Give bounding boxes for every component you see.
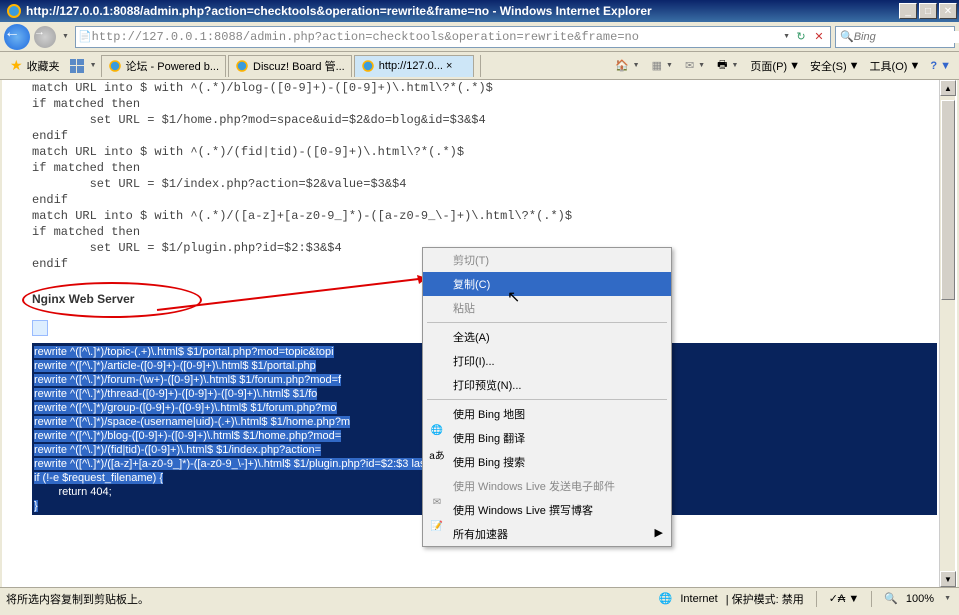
favorites-button[interactable]: ★ 收藏夹: [4, 55, 66, 76]
menu-separator: [427, 322, 667, 323]
ie-icon: [6, 3, 22, 19]
scroll-thumb[interactable]: [941, 100, 955, 300]
search-input[interactable]: [854, 31, 959, 43]
content-area: match URL into $ with ^(.*)/blog-([0-9]+…: [0, 80, 959, 587]
forward-button[interactable]: →: [34, 26, 56, 48]
navigation-bar: ← → ▼ 📄 ▼ ↻ ✕ 🔍 ▼: [0, 22, 959, 52]
tools-menu[interactable]: 工具(O) ▼: [866, 56, 925, 76]
vertical-scrollbar[interactable]: ▲ ▼: [939, 80, 955, 587]
menu-item[interactable]: 复制(C): [423, 272, 671, 296]
ie-icon: [108, 59, 122, 73]
help-button[interactable]: ? ▼: [926, 58, 955, 74]
feeds-button[interactable]: ▦▼: [648, 57, 679, 74]
zoom-dropdown[interactable]: ▼: [942, 595, 953, 602]
page-icon: 📄: [78, 30, 92, 43]
tabs-dropdown[interactable]: ▼: [88, 62, 99, 69]
url-input[interactable]: [92, 30, 781, 44]
status-bar: 将所选内容复制到剪贴板上。 🌐 Internet | 保护模式: 禁用 ✓₳ ▼…: [0, 587, 959, 609]
window-title: http://127.0.0.1:8088/admin.php?action=c…: [26, 4, 899, 18]
print-button[interactable]: 🖶▼: [713, 54, 744, 77]
command-toolbar: 🏠▼ ▦▼ ✉▼ 🖶▼ 页面(P) ▼ 安全(S) ▼ 工具(O) ▼ ? ▼: [611, 54, 955, 77]
home-button[interactable]: 🏠▼: [611, 57, 646, 74]
address-bar[interactable]: 📄 ▼ ↻ ✕: [75, 26, 831, 48]
ie-icon: [361, 59, 375, 73]
status-text: 将所选内容复制到剪贴板上。: [6, 591, 149, 607]
popout-icon[interactable]: [32, 320, 48, 336]
scroll-down-button[interactable]: ▼: [940, 571, 956, 587]
submenu-arrow: ▶: [655, 526, 663, 539]
menu-item[interactable]: 打印预览(N)...: [423, 373, 671, 397]
url-dropdown[interactable]: ▼: [781, 33, 792, 40]
tab-2[interactable]: Discuz! Board 管...: [228, 55, 352, 77]
search-bar[interactable]: 🔍 ▼: [835, 26, 955, 48]
favorites-label: 收藏夹: [27, 58, 60, 74]
menu-item[interactable]: 使用 Bing 翻译aあ: [423, 426, 671, 450]
divider: [816, 591, 817, 607]
star-icon: ★: [10, 57, 23, 74]
menu-item[interactable]: 所有加速器▶: [423, 522, 671, 546]
menu-item: 使用 Windows Live 发送电子邮件✉: [423, 474, 671, 498]
status-right: 🌐 Internet | 保护模式: 禁用 ✓₳ ▼ 🔍 100% ▼: [659, 591, 953, 607]
safety-menu[interactable]: 安全(S) ▼: [806, 56, 864, 76]
minimize-button[interactable]: _: [899, 3, 917, 19]
history-dropdown[interactable]: ▼: [60, 33, 71, 40]
tab-1[interactable]: 论坛 - Powered b...: [101, 55, 227, 77]
tab-bar: ★ 收藏夹 ▼ 论坛 - Powered b... Discuz! Board …: [0, 52, 959, 80]
mail-button[interactable]: ✉▼: [681, 57, 711, 74]
quick-tabs-button[interactable]: [68, 57, 86, 75]
menu-item[interactable]: 使用 Windows Live 撰写博客📝: [423, 498, 671, 522]
zone-label: Internet: [680, 593, 717, 605]
page-menu[interactable]: 页面(P) ▼: [746, 56, 804, 76]
search-icon: 🔍: [840, 30, 854, 43]
isapi-rewrite-code[interactable]: match URL into $ with ^(.*)/blog-([0-9]+…: [32, 80, 937, 272]
tab-label: 论坛 - Powered b...: [126, 58, 220, 74]
maximize-button[interactable]: □: [919, 3, 937, 19]
menu-item[interactable]: 打印(I)...: [423, 349, 671, 373]
zone-button[interactable]: ✓₳ ▼: [829, 592, 860, 605]
title-bar: http://127.0.0.1:8088/admin.php?action=c…: [0, 0, 959, 22]
annotation-oval: [22, 282, 202, 318]
tab-label: Discuz! Board 管...: [253, 58, 345, 74]
zoom-level[interactable]: 100%: [906, 593, 934, 605]
menu-separator: [427, 399, 667, 400]
close-button[interactable]: ✕: [939, 3, 957, 19]
refresh-button[interactable]: ↻: [792, 28, 810, 46]
menu-item[interactable]: 使用 Bing 搜索: [423, 450, 671, 474]
window-buttons: _ □ ✕: [899, 3, 957, 19]
menu-item[interactable]: 使用 Bing 地图🌐: [423, 402, 671, 426]
tab-label: http://127.0... ×: [379, 60, 453, 72]
ie-icon: [235, 59, 249, 73]
scroll-up-button[interactable]: ▲: [940, 80, 956, 96]
stop-button[interactable]: ✕: [810, 28, 828, 46]
divider: [871, 591, 872, 607]
tab-3-active[interactable]: http://127.0... ×: [354, 55, 474, 77]
context-menu: 剪切(T)复制(C)粘贴全选(A)打印(I)...打印预览(N)... 使用 Bi…: [422, 247, 672, 547]
protected-mode: | 保护模式: 禁用: [726, 591, 804, 607]
zoom-icon[interactable]: 🔍: [884, 592, 898, 605]
back-button[interactable]: ←: [4, 24, 30, 50]
menu-item: 粘贴: [423, 296, 671, 320]
globe-icon: 🌐: [659, 592, 673, 605]
menu-item: 剪切(T): [423, 248, 671, 272]
divider: [480, 55, 481, 77]
mouse-cursor: ↖: [507, 287, 520, 307]
menu-item[interactable]: 全选(A): [423, 325, 671, 349]
